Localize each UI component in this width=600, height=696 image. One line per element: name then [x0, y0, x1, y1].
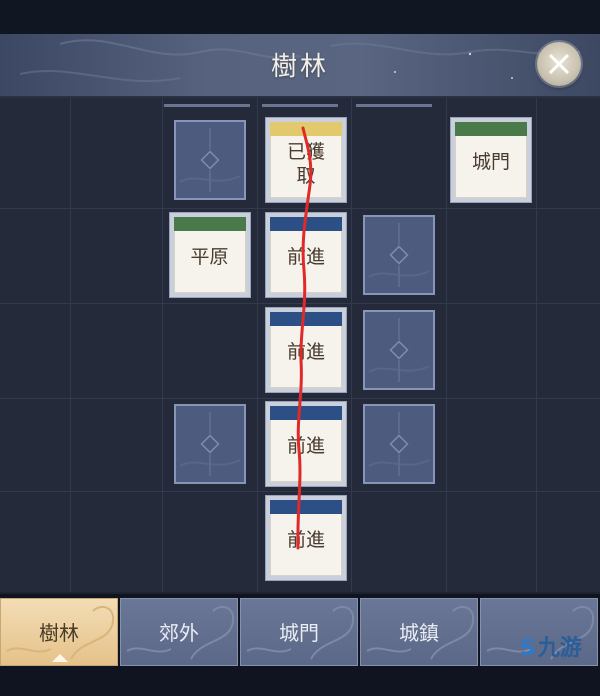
s-swirl-logo-icon: S — [520, 636, 536, 661]
caret-up-icon — [52, 654, 68, 662]
watermark-logo: S九游 — [520, 630, 598, 670]
tab-label: 城門 — [279, 621, 319, 645]
tab-label: 城鎮 — [399, 621, 439, 645]
tab-label: 樹林 — [39, 621, 79, 645]
bottom-tab-bar: 樹林 郊外 城門 城鎮 — [0, 594, 600, 696]
watermark-text: 九游 — [537, 636, 582, 661]
tab[interactable]: 城門 — [240, 598, 358, 666]
tab[interactable]: 郊外 — [120, 598, 238, 666]
tab-label: 郊外 — [159, 621, 199, 645]
annotation-path — [296, 126, 313, 550]
tab-active[interactable]: 樹林 — [0, 598, 118, 666]
tab[interactable]: 城鎮 — [360, 598, 478, 666]
